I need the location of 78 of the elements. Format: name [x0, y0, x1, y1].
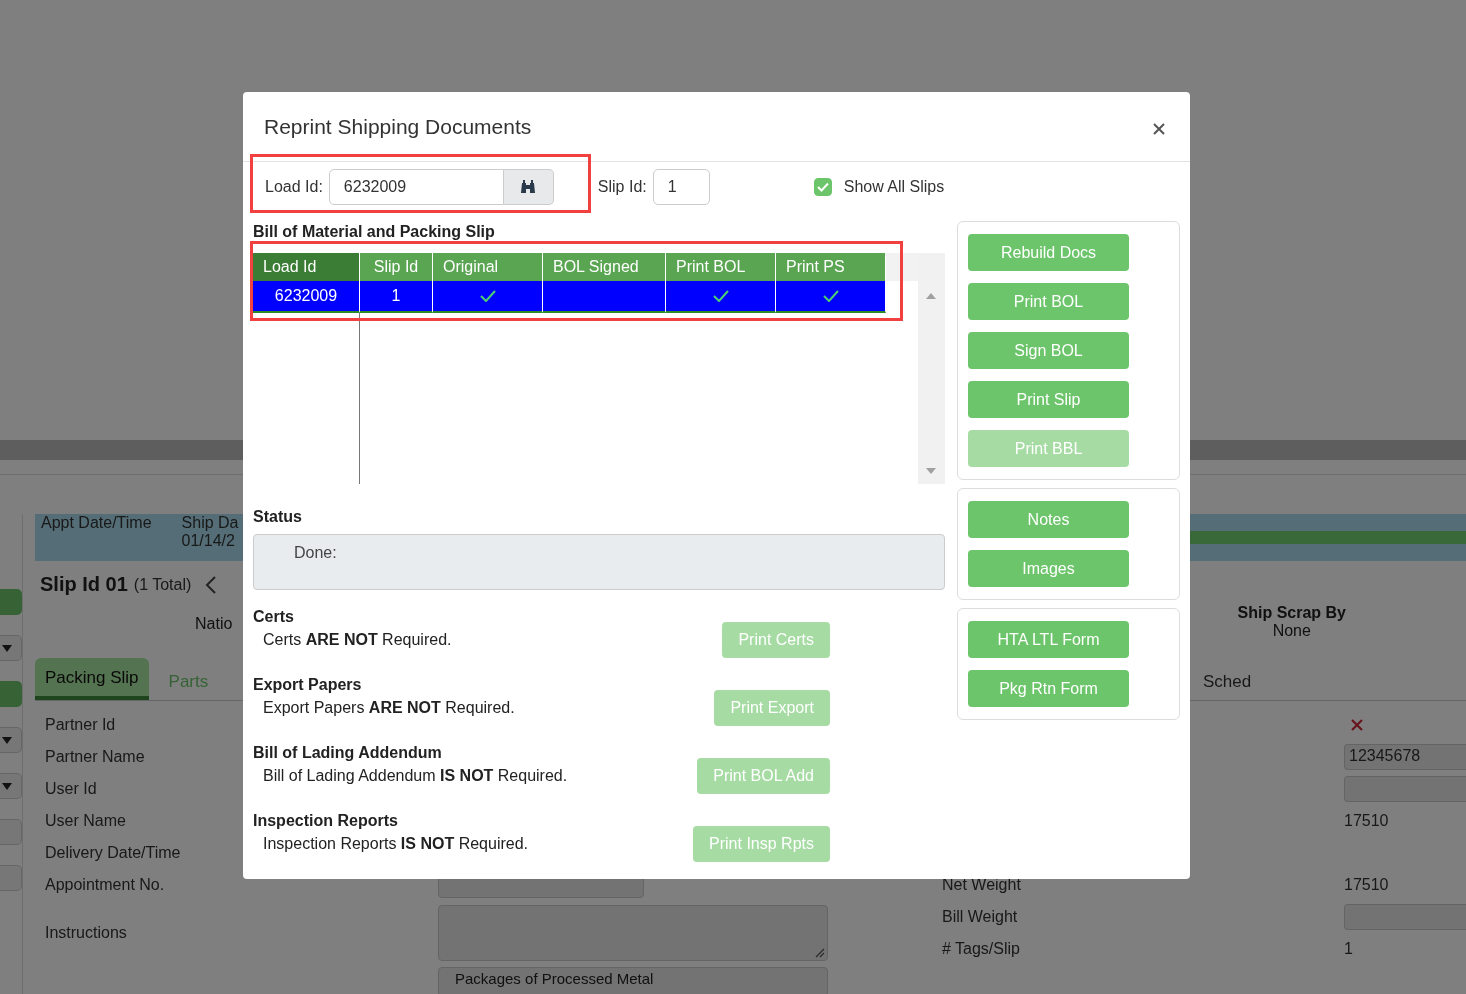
previous-icon[interactable]: [205, 574, 218, 595]
dropdown[interactable]: [0, 635, 22, 661]
ship-date-label: Ship Da: [181, 514, 239, 532]
dialog-title: Reprint Shipping Documents: [264, 114, 532, 139]
input-field[interactable]: [0, 865, 22, 891]
field-label: Bill Weight: [942, 908, 1018, 926]
section-title: Export Papers: [253, 676, 363, 694]
scrollbar[interactable]: [918, 253, 945, 484]
field-label: # Tags/Slip: [942, 940, 1020, 958]
tab[interactable]: Packing Slip: [35, 658, 149, 700]
section-title: Bill of Material and Packing Slip: [253, 223, 496, 241]
load-id-field[interactable]: 6232009: [328, 169, 504, 205]
appt-label: Appt Date/Time: [41, 514, 152, 533]
action-button[interactable]: Images: [968, 550, 1129, 587]
input-field[interactable]: [1344, 904, 1466, 930]
column-header[interactable]: Slip Id: [360, 253, 433, 281]
input-field[interactable]: Packages of Processed Metal: [438, 967, 828, 994]
table-cell: 6232009: [253, 281, 360, 313]
user-name-value: 17510: [1344, 812, 1390, 830]
tags-value: 1: [1344, 940, 1354, 958]
action-button[interactable]: Sign BOL: [968, 332, 1129, 369]
action-button[interactable]: HTA LTL Form: [968, 621, 1129, 658]
section-title: Inspection Reports: [253, 812, 399, 830]
input-field[interactable]: [0, 819, 22, 845]
slip-id-field[interactable]: 1: [652, 169, 710, 205]
action-button[interactable]: Pkg Rtn Form: [968, 670, 1129, 707]
requirement-text: Inspection Reports IS NOT Required.: [263, 835, 529, 853]
input-field[interactable]: [1344, 776, 1466, 802]
action-button[interactable]: Print BOL: [968, 283, 1129, 320]
field-label: Appointment No.: [45, 876, 165, 894]
field-label: Delivery Date/Time: [45, 844, 181, 862]
search-button[interactable]: [503, 169, 554, 205]
dropdown[interactable]: [0, 727, 22, 753]
requirement-text: Export Papers ARE NOT Required.: [263, 699, 515, 717]
action-button[interactable]: Rebuild Docs: [968, 234, 1129, 271]
field-label: Partner Name: [45, 748, 145, 766]
partner-name-value: 12345678: [1349, 747, 1421, 764]
dropdown[interactable]: [0, 773, 22, 799]
ship-scrap-value: None: [1272, 622, 1311, 640]
input-field[interactable]: 12345678: [1344, 744, 1466, 770]
scroll-down-icon[interactable]: [926, 468, 936, 474]
binoculars-icon: [520, 180, 537, 194]
table-row[interactable]: 6232009 1: [253, 281, 918, 313]
field-label: User Id: [45, 780, 97, 798]
column-header[interactable]: Load Id: [253, 253, 360, 281]
checkbox[interactable]: [813, 178, 832, 196]
description-value: Packages of Processed Metal: [455, 970, 654, 987]
section-title: Certs: [253, 608, 295, 626]
net-weight-value: 17510: [1344, 876, 1390, 894]
section-title: Status: [253, 508, 303, 526]
slip-id-label: Slip Id:: [597, 178, 647, 196]
requirement-text: Certs ARE NOT Required.: [263, 631, 452, 649]
show-all-slips-label: Show All Slips: [843, 178, 945, 196]
column-header[interactable]: Print BOL: [666, 253, 776, 281]
nation-label: Natio: [195, 614, 233, 634]
slip-count: (1 Total): [133, 575, 192, 594]
tab[interactable]: Sched: [1203, 672, 1252, 692]
field-label: User Name: [45, 812, 126, 830]
column-header[interactable]: Original: [433, 253, 543, 281]
tab[interactable]: Parts: [158, 662, 219, 700]
field-label: Partner Id: [45, 716, 116, 734]
resize-grip-icon[interactable]: [815, 948, 825, 958]
close-icon[interactable]: [1152, 121, 1166, 136]
slip-title: Slip Id 01: [40, 573, 128, 596]
action-button[interactable]: Notes: [968, 501, 1129, 538]
column-header[interactable]: Print PS: [776, 253, 886, 281]
ship-scrap-label: Ship Scrap By: [1237, 604, 1346, 622]
field-label: Instructions: [45, 924, 127, 942]
ship-date-value: 01/14/2: [181, 532, 236, 550]
scroll-up-icon[interactable]: [926, 293, 936, 299]
field-label: Net Weight: [942, 876, 1021, 894]
load-id-label: Load Id:: [265, 178, 323, 196]
action-button[interactable]: Print Slip: [968, 381, 1129, 418]
column-header[interactable]: BOL Signed: [543, 253, 666, 281]
section-title: Bill of Lading Addendum: [253, 744, 443, 762]
table-cell: 1: [360, 281, 433, 313]
status-text: Done:: [294, 544, 337, 561]
requirement-text: Bill of Lading Addendum IS NOT Required.: [263, 767, 568, 785]
